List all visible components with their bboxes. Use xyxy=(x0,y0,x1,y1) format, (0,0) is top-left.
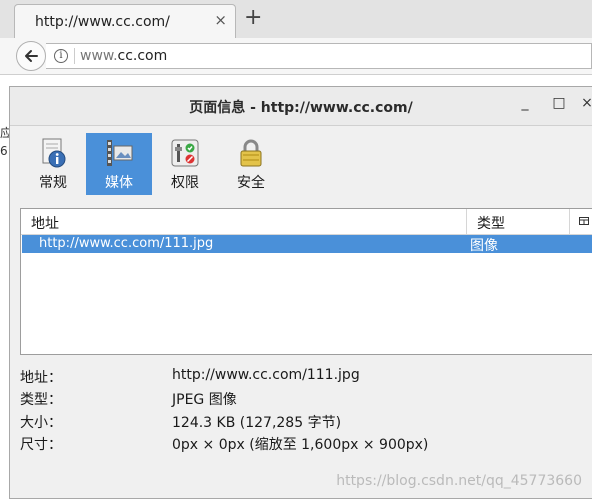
maximize-button[interactable]: □ xyxy=(550,95,568,111)
tab-permissions[interactable]: 权限 xyxy=(152,133,218,195)
security-lock-icon xyxy=(240,139,262,167)
close-button[interactable]: × xyxy=(578,95,592,111)
row-address: http://www.cc.com/111.jpg xyxy=(39,236,214,251)
permissions-icon xyxy=(171,139,199,167)
site-info-icon[interactable]: i xyxy=(54,49,68,63)
detail-label: 地址： xyxy=(20,370,62,386)
watermark: https://blog.csdn.net/qq_45773660 xyxy=(336,473,582,489)
detail-row-address: 地址： http://www.cc.com/111.jpg xyxy=(20,367,580,389)
detail-value: 124.3 KB (127,285 字节) xyxy=(172,415,342,431)
tab-media[interactable]: 媒体 xyxy=(86,133,152,195)
minimize-button[interactable]: _ xyxy=(516,95,534,111)
dialog-title: 页面信息 - http://www.cc.com/ xyxy=(189,100,413,116)
detail-label: 类型： xyxy=(20,392,62,408)
navigation-bar: i www.cc.com xyxy=(0,38,592,75)
detail-label: 尺寸： xyxy=(20,437,62,453)
detail-value: JPEG 图像 xyxy=(172,392,237,408)
url-prefix: www. xyxy=(80,48,118,64)
detail-row-dimensions: 尺寸： 0px × 0px (缩放至 1,600px × 900px) xyxy=(20,434,580,456)
new-tab-button[interactable]: + xyxy=(244,6,262,30)
column-header-type[interactable]: 类型 xyxy=(477,213,505,233)
page-text-fragment: 应 6 xyxy=(0,124,13,160)
detail-row-size: 大小： 124.3 KB (127,285 字节) xyxy=(20,412,580,434)
tab-permissions-label: 权限 xyxy=(171,175,199,191)
url-text[interactable]: www.cc.com xyxy=(80,48,167,64)
page-info-dialog: 页面信息 - http://www.cc.com/ _ □ × 常规 媒体 权限… xyxy=(9,86,592,499)
detail-row-type: 类型： JPEG 图像 xyxy=(20,389,580,411)
url-separator xyxy=(74,48,75,64)
tab-security-label: 安全 xyxy=(237,175,265,191)
column-header-address[interactable]: 地址 xyxy=(31,213,59,233)
tab-media-label: 媒体 xyxy=(105,175,133,191)
list-header: 地址 类型 xyxy=(21,209,592,235)
tab-close-icon[interactable]: × xyxy=(214,11,227,29)
tab-security[interactable]: 安全 xyxy=(218,133,284,195)
tab-general-label: 常规 xyxy=(39,175,67,191)
tab-general[interactable]: 常规 xyxy=(20,133,86,195)
page-text-fragment-1: 应 xyxy=(0,126,13,140)
browser-tab[interactable]: http://www.cc.com/ × xyxy=(14,4,236,38)
tab-title: http://www.cc.com/ xyxy=(35,14,170,30)
tab-strip: http://www.cc.com/ × + xyxy=(0,0,592,38)
detail-value: http://www.cc.com/111.jpg xyxy=(172,367,360,383)
page-text-fragment-2: 6 xyxy=(0,144,8,158)
media-icon xyxy=(107,140,133,166)
back-button[interactable] xyxy=(16,41,46,71)
back-arrow-icon xyxy=(25,50,38,62)
column-divider[interactable] xyxy=(569,209,570,234)
column-picker-icon[interactable] xyxy=(579,216,589,226)
url-domain: cc.com xyxy=(117,48,168,64)
dialog-titlebar[interactable]: 页面信息 - http://www.cc.com/ _ □ × xyxy=(10,87,592,126)
general-info-icon xyxy=(42,138,66,168)
row-type: 图像 xyxy=(470,238,498,254)
column-divider[interactable] xyxy=(466,209,467,234)
table-row[interactable]: http://www.cc.com/111.jpg 图像 xyxy=(22,235,592,254)
url-bar[interactable]: i www.cc.com xyxy=(46,43,592,69)
media-list[interactable]: 地址 类型 http://www.cc.com/111.jpg 图像 xyxy=(20,208,592,355)
detail-value: 0px × 0px (缩放至 1,600px × 900px) xyxy=(172,437,429,453)
detail-label: 大小： xyxy=(20,415,62,431)
